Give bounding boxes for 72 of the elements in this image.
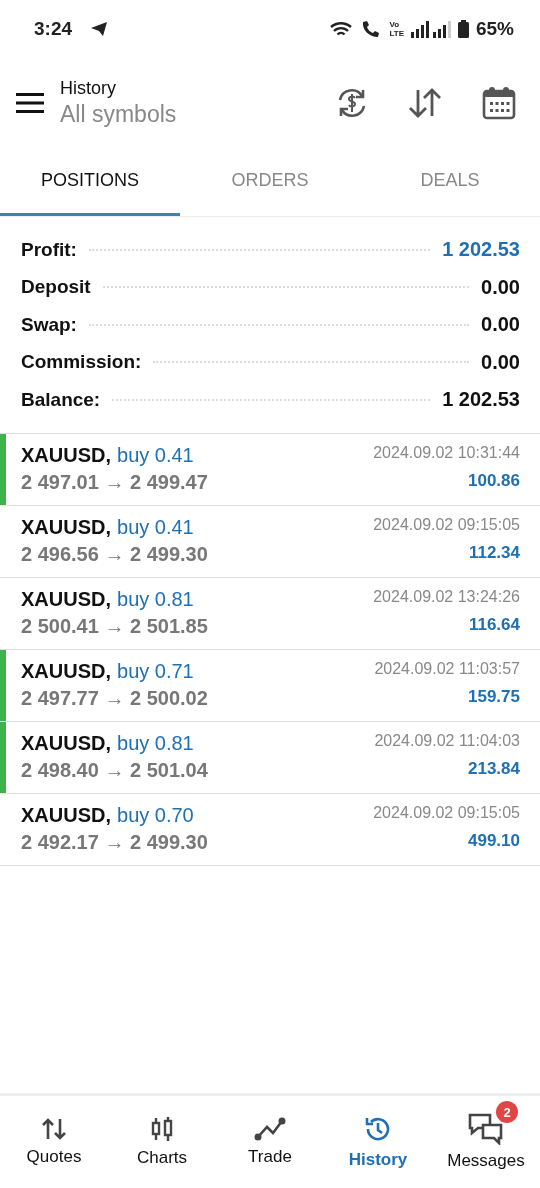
close-time: 2024.09.02 13:24:26	[373, 587, 520, 606]
summary-value: 1 202.53	[442, 238, 520, 262]
profit-value: 116.64	[468, 614, 520, 635]
position-row[interactable]: XAUUSD, buy 0.81 2 498.40 → 2 501.04 2024.09.02 11:04:03 213.84	[0, 721, 540, 794]
summary-value: 0.00	[481, 350, 520, 374]
close-time: 2024.09.02 09:15:05	[373, 803, 520, 822]
symbol-name: XAUUSD,	[21, 731, 111, 755]
profit-value: 213.84	[468, 758, 520, 779]
symbol-name: XAUUSD,	[21, 803, 111, 827]
symbol-name: XAUUSD,	[21, 515, 111, 539]
symbol-filter[interactable]: All symbols	[60, 101, 177, 128]
profit-value: 499.10	[468, 830, 520, 851]
summary-value: 0.00	[481, 275, 520, 299]
nav-tab[interactable]: Trade	[216, 1096, 324, 1188]
summary-label: Commission:	[21, 351, 142, 374]
chat-icon	[468, 1113, 504, 1145]
symbol-name: XAUUSD,	[21, 659, 111, 683]
currency-sync-icon[interactable]	[336, 87, 368, 119]
trade-volume: buy 0.70	[117, 803, 194, 827]
line-chart-icon	[254, 1117, 286, 1141]
position-row[interactable]: XAUUSD, buy 0.71 2 497.77 → 2 500.02 2024.09.02 11:03:57 159.75	[0, 649, 540, 722]
profit-value: 159.75	[468, 686, 520, 707]
menu-icon[interactable]	[16, 93, 44, 113]
summary-label: Profit:	[21, 238, 77, 261]
page-title: History	[60, 78, 117, 99]
position-row[interactable]: XAUUSD, buy 0.70 2 492.17 → 2 499.30 2024.09.02 09:15:05 499.10	[0, 793, 540, 866]
trade-volume: buy 0.81	[117, 587, 194, 611]
price-range: 2 497.77 → 2 500.02	[21, 686, 208, 710]
arrows-icon	[41, 1117, 67, 1141]
position-row[interactable]: XAUUSD, buy 0.41 2 496.56 → 2 499.30 2024.09.02 09:15:05 112.34	[0, 505, 540, 578]
nav-tab[interactable]: History	[324, 1096, 432, 1188]
symbol-name: XAUUSD,	[21, 443, 111, 467]
price-range: 2 497.01 → 2 499.47	[21, 470, 208, 494]
tab[interactable]: ORDERS	[180, 148, 360, 216]
unread-badge: 2	[496, 1101, 518, 1123]
close-time: 2024.09.02 11:03:57	[374, 659, 520, 678]
candlestick-icon	[149, 1116, 175, 1142]
close-time: 2024.09.02 10:31:44	[373, 443, 520, 462]
price-range: 2 498.40 → 2 501.04	[21, 758, 208, 782]
battery-percent: 65%	[475, 18, 514, 40]
close-time: 2024.09.02 09:15:05	[373, 515, 520, 534]
trade-volume: buy 0.71	[117, 659, 194, 683]
signal-icon	[410, 20, 451, 38]
send-icon	[90, 21, 109, 37]
price-range: 2 492.17 → 2 499.30	[21, 830, 208, 854]
summary-value: 0.00	[481, 313, 520, 337]
wifi-icon	[329, 20, 354, 38]
sort-icon[interactable]	[408, 88, 442, 118]
position-row[interactable]: XAUUSD, buy 0.41 2 497.01 → 2 499.47 2024.09.02 10:31:44 100.86	[0, 433, 540, 506]
calendar-icon[interactable]	[482, 86, 516, 120]
price-range: 2 500.41 → 2 501.85	[21, 614, 208, 638]
position-row[interactable]: XAUUSD, buy 0.81 2 500.41 → 2 501.85 2024.09.02 13:24:26 116.64	[0, 577, 540, 650]
close-time: 2024.09.02 11:04:03	[374, 731, 520, 750]
battery-icon	[457, 20, 469, 38]
summary-label: Swap:	[21, 313, 77, 336]
tab[interactable]: POSITIONS	[0, 148, 180, 216]
volte-label: Vo LTE	[389, 20, 404, 38]
symbol-name: XAUUSD,	[21, 587, 111, 611]
nav-tab[interactable]: 2 Messages	[432, 1096, 540, 1188]
summary-value: 1 202.53	[442, 388, 520, 412]
tab[interactable]: DEALS	[360, 148, 540, 216]
trade-volume: buy 0.41	[117, 443, 194, 467]
price-range: 2 496.56 → 2 499.30	[21, 542, 208, 566]
summary-label: Deposit	[21, 276, 91, 299]
profit-value: 112.34	[468, 542, 520, 563]
nav-tab[interactable]: Charts	[108, 1096, 216, 1188]
trade-volume: buy 0.41	[117, 515, 194, 539]
profit-value: 100.86	[468, 470, 520, 491]
nav-tab[interactable]: Quotes	[0, 1096, 108, 1188]
status-time: 3:24	[34, 18, 73, 40]
summary-label: Balance:	[21, 388, 101, 411]
trade-volume: buy 0.81	[117, 731, 194, 755]
